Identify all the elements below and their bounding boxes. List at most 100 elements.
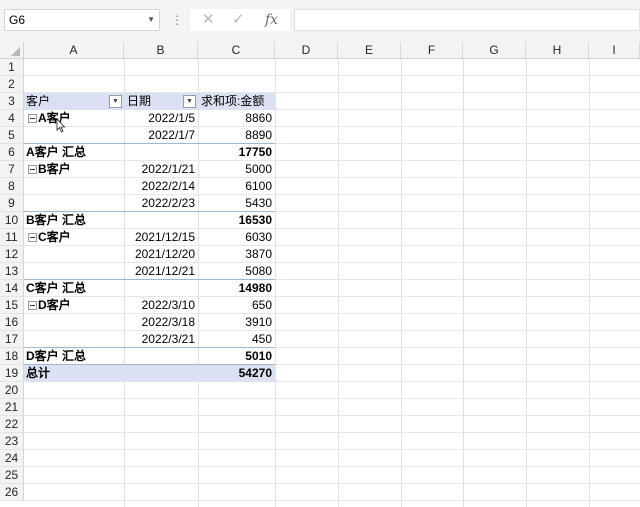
- pivot-amount-cell: 6030: [245, 230, 272, 244]
- formula-bar: G6 ▼ ⋮ ✕ ✓ fx: [0, 0, 640, 42]
- pivot-amount-cell: 8890: [245, 128, 272, 142]
- dropdown-arrow-icon: ▼: [112, 98, 119, 105]
- pivot-customer-name: B客户: [38, 162, 71, 176]
- pivot-date-cell: 2022/2/14: [141, 179, 195, 193]
- column-header-h[interactable]: H: [526, 42, 589, 58]
- row-header-21[interactable]: 21: [0, 399, 24, 416]
- row-header-19[interactable]: 19: [0, 365, 24, 382]
- date-filter-button[interactable]: ▼: [183, 95, 196, 108]
- grid-line: [24, 432, 640, 433]
- select-all-corner[interactable]: [0, 42, 24, 58]
- row-header-9[interactable]: 9: [0, 195, 24, 212]
- pivot-amount-cell: 450: [251, 332, 272, 346]
- pivot-date-cell: 2022/1/5: [148, 111, 195, 125]
- pivot-date-cell: 2022/2/23: [141, 196, 195, 210]
- formula-input[interactable]: [294, 9, 640, 31]
- collapse-icon[interactable]: [28, 301, 37, 310]
- column-header-a[interactable]: A: [24, 42, 124, 58]
- pivot-date-cell: 2021/12/21: [134, 264, 195, 278]
- row-header-23[interactable]: 23: [0, 433, 24, 450]
- pivot-date-cell: 2021/12/20: [134, 247, 195, 261]
- row-header-4[interactable]: 4: [0, 110, 24, 127]
- spreadsheet-grid: ABCDEFGHI 1 2 3 4 5 6 7 8 9 10 11 12 13 14 15 16 17 18 19 2…: [0, 42, 640, 507]
- collapse-icon[interactable]: [28, 114, 37, 123]
- pivot-customer-name: A客户: [38, 111, 71, 125]
- column-header-b[interactable]: B: [124, 42, 198, 58]
- column-header-e[interactable]: E: [338, 42, 401, 58]
- column-header-d[interactable]: D: [275, 42, 338, 58]
- more-options-icon[interactable]: ⋮: [171, 11, 183, 29]
- pivot-date-cell: 2021/12/15: [134, 230, 195, 244]
- formula-controls: ✕ ✓ fx: [190, 9, 290, 31]
- row-header-7[interactable]: 7: [0, 161, 24, 178]
- grid-line: [24, 75, 640, 76]
- pivot-header-customer: 客户: [26, 94, 51, 108]
- pivot-header-date: 日期: [127, 94, 152, 108]
- grid-line: [24, 500, 640, 501]
- pivot-subtotal-value: 5010: [245, 349, 272, 363]
- row-header-8[interactable]: 8: [0, 178, 24, 195]
- pivot-subtotal-label: C客户 汇总: [26, 281, 87, 295]
- pivot-subtotal-value: 14980: [238, 281, 272, 295]
- pivot-header-sum: 求和项:金额: [201, 94, 265, 108]
- cell-area[interactable]: 客户 日期 求和项:金额 ▼ ▼ A客户 2022/1/5 8860 2022/1/7 8890 A…: [24, 59, 640, 507]
- pivot-amount-cell: 8860: [245, 111, 272, 125]
- grid-line: [24, 415, 640, 416]
- grid-line: [24, 262, 640, 263]
- pivot-grand-total-label: 总计: [26, 366, 51, 380]
- pivot-date-cell: 2022/3/18: [141, 315, 195, 329]
- row-header-20[interactable]: 20: [0, 382, 24, 399]
- row-header-24[interactable]: 24: [0, 450, 24, 467]
- cancel-icon[interactable]: ✕: [202, 10, 215, 30]
- column-header-f[interactable]: F: [401, 42, 463, 58]
- row-header-3[interactable]: 3: [0, 93, 24, 110]
- row-header-25[interactable]: 25: [0, 467, 24, 484]
- row-header-1[interactable]: 1: [0, 59, 24, 76]
- grid-line: [24, 483, 640, 484]
- row-header-10[interactable]: 10: [0, 212, 24, 229]
- name-box-value: G6: [9, 13, 26, 27]
- row-header-12[interactable]: 12: [0, 246, 24, 263]
- row-header-6[interactable]: 6: [0, 144, 24, 161]
- row-header-26[interactable]: 26: [0, 484, 24, 501]
- insert-function-icon[interactable]: fx: [265, 10, 278, 30]
- name-box[interactable]: G6 ▼: [4, 9, 160, 31]
- row-header-15[interactable]: 15: [0, 297, 24, 314]
- column-header-c[interactable]: C: [198, 42, 275, 58]
- row-header-13[interactable]: 13: [0, 263, 24, 280]
- pivot-customer-name: C客户: [38, 230, 71, 244]
- pivot-amount-cell: 5080: [245, 264, 272, 278]
- row-header-5[interactable]: 5: [0, 127, 24, 144]
- column-header-i[interactable]: I: [589, 42, 640, 58]
- pivot-amount-cell: 5430: [245, 196, 272, 210]
- row-header-11[interactable]: 11: [0, 229, 24, 246]
- pivot-date-cell: 2022/3/21: [141, 332, 195, 346]
- grid-line: [24, 466, 640, 467]
- pivot-subtotal-label: A客户 汇总: [26, 145, 87, 159]
- grid-line: [24, 330, 640, 331]
- pivot-amount-cell: 3870: [245, 247, 272, 261]
- pivot-subtotal-value: 17750: [238, 145, 272, 159]
- row-header-18[interactable]: 18: [0, 348, 24, 365]
- pivot-subtotal-label: D客户 汇总: [26, 349, 87, 363]
- pivot-amount-cell: 6100: [245, 179, 272, 193]
- customer-filter-button[interactable]: ▼: [109, 95, 122, 108]
- column-header-row: ABCDEFGHI: [0, 42, 640, 59]
- select-all-icon: [11, 47, 20, 56]
- pivot-date-cell: 2022/3/10: [141, 298, 195, 312]
- collapse-icon[interactable]: [28, 233, 37, 242]
- row-header-14[interactable]: 14: [0, 280, 24, 297]
- pivot-date-cell: 2022/1/21: [141, 162, 195, 176]
- enter-icon[interactable]: ✓: [232, 10, 245, 30]
- column-header-g[interactable]: G: [463, 42, 526, 58]
- grid-line: [24, 194, 640, 195]
- row-header-22[interactable]: 22: [0, 416, 24, 433]
- collapse-icon[interactable]: [28, 165, 37, 174]
- row-header-16[interactable]: 16: [0, 314, 24, 331]
- pivot-amount-cell: 5000: [245, 162, 272, 176]
- row-header-2[interactable]: 2: [0, 76, 24, 93]
- chevron-down-icon[interactable]: ▼: [147, 10, 155, 30]
- row-header-17[interactable]: 17: [0, 331, 24, 348]
- pivot-customer-name: D客户: [38, 298, 71, 312]
- dropdown-arrow-icon: ▼: [186, 98, 193, 105]
